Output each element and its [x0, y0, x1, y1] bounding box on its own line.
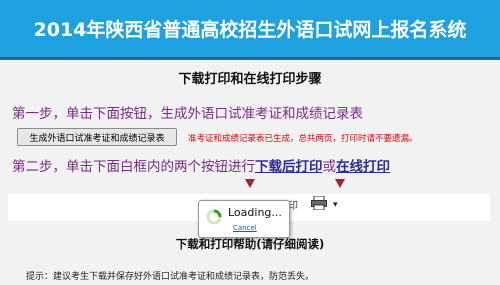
chevron-down-icon[interactable]: ▾: [333, 200, 338, 210]
page-title: 2014年陕西省普通高校招生外语口试网上报名系统: [33, 19, 467, 41]
tip-text: 提示：建议考生下载并保存好外语口试准考证和成绩记录表，防范丢失。: [26, 272, 315, 282]
help-title: 下载和打印帮助(请仔细阅读): [175, 237, 325, 251]
cancel-link[interactable]: Cancel: [233, 224, 257, 232]
down-arrow-icon: [245, 179, 255, 188]
printer-icon[interactable]: [311, 196, 327, 210]
loading-dialog: Loading... Cancel: [198, 200, 290, 238]
generate-admission-ticket-button[interactable]: 生成外语口试准考证和成绩记录表: [17, 128, 177, 146]
download-print-link[interactable]: 下载后打印: [255, 159, 323, 175]
step2-connector: 或: [322, 159, 337, 175]
step1-instruction: 第一步，单击下面按钮，生成外语口试准考证和成绩记录表: [12, 106, 363, 122]
step2-instruction: 第二步，单击下面白框内的两个按钮进行下载后打印或在线打印: [12, 155, 390, 175]
loading-text: Loading...: [228, 206, 282, 219]
header-banner: 2014年陕西省普通高校招生外语口试网上报名系统: [0, 0, 500, 60]
online-print-link[interactable]: 在线打印: [336, 159, 390, 175]
section-title: 下载打印和在线打印步骤: [178, 72, 322, 87]
main-content: 下载打印和在线打印步骤 第一步，单击下面按钮，生成外语口试准考证和成绩记录表 生…: [0, 60, 500, 285]
step2-prefix: 第二步，单击下面白框内的两个按钮进行: [12, 159, 255, 175]
down-arrow-icon: [335, 179, 345, 188]
status-message: 准考证和成绩记录表已生成，总共两页，打印时请不要遗漏。: [188, 134, 418, 144]
loading-spinner-icon: [206, 209, 222, 225]
